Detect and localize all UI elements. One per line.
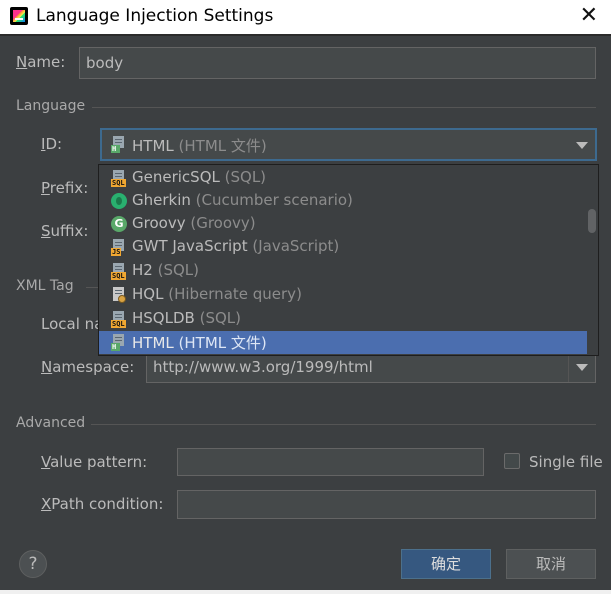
xml-tag-section-title: XML Tag [16,278,74,294]
selected-language-name: HTML [132,137,174,155]
hql-file-icon [111,287,127,304]
id-label: ID: [41,135,63,153]
list-item[interactable]: HQL (Hibernate query) [99,284,587,307]
intellij-app-icon [10,7,28,25]
dropdown-scrollbar-thumb[interactable] [588,209,596,233]
js-file-icon: JS [111,239,127,256]
language-separator [92,107,596,108]
html-file-icon: H [111,334,127,351]
window-title: Language Injection Settings [36,6,274,26]
help-button[interactable]: ? [19,550,47,578]
namespace-value: http://www.w3.org/1999/html [153,358,373,376]
sql-file-icon: SQL [111,311,127,328]
list-item[interactable]: JS GWT JavaScript (JavaScript) [99,236,587,259]
sql-file-icon: SQL [111,170,127,187]
namespace-combobox[interactable]: http://www.w3.org/1999/html [146,352,596,383]
title-bar: Language Injection Settings ✕ [0,0,611,34]
dropdown-scrollbar[interactable] [587,165,598,355]
namespace-combo-divider [568,353,569,382]
groovy-icon: G [111,216,127,232]
local-name-label: Local na [41,315,104,333]
window-bottom-edge [0,590,611,594]
value-pattern-input[interactable] [177,448,484,476]
language-id-combobox[interactable]: H HTML (HTML 文件) [100,128,597,161]
list-item[interactable]: Gherkin (Cucumber scenario) [99,190,587,213]
cancel-button[interactable]: 取消 [506,549,596,579]
single-file-checkbox[interactable] [504,453,520,469]
language-section-title: Language [16,98,86,114]
prefix-label: Prefix: [41,179,89,197]
title-divider [0,34,611,36]
list-item[interactable]: G Groovy (Groovy) [99,213,587,236]
list-item[interactable]: SQL H2 (SQL) [99,260,587,283]
list-item[interactable]: SQL GenericSQL (SQL) [99,167,587,190]
advanced-section-title: Advanced [16,415,86,431]
value-pattern-label: Value pattern: [41,453,148,471]
list-item[interactable]: SQL HSQLDB (SQL) [99,308,587,331]
ok-button[interactable]: 确定 [401,549,491,579]
gherkin-icon [111,193,127,209]
html-file-icon: H [111,136,127,153]
suffix-label: Suffix: [41,222,89,240]
namespace-label: Namespace: [41,358,135,376]
language-dropdown-list[interactable]: SQL GenericSQL (SQL) Gherkin (Cucumber s… [98,164,599,356]
xpath-condition-input[interactable] [177,490,596,519]
selected-language-hint: (HTML 文件) [178,137,267,155]
close-icon[interactable]: ✕ [580,3,598,28]
chevron-down-icon[interactable] [576,364,588,371]
xpath-condition-label: XPath condition: [41,495,164,513]
sql-file-icon: SQL [111,263,127,280]
chevron-down-icon[interactable] [576,142,588,149]
name-label: Name: [16,53,66,71]
advanced-separator [91,424,596,425]
list-item-selected[interactable]: H HTML (HTML 文件) [99,331,587,354]
single-file-label: Single file [529,453,603,471]
name-input[interactable]: body [79,47,596,79]
